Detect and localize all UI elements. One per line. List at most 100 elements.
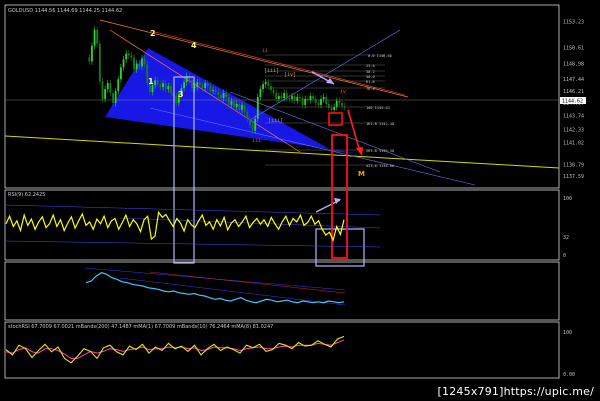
candle-body (222, 93, 225, 98)
stoch-tick-label: 0.00 (563, 372, 575, 378)
candle-body (106, 83, 109, 90)
candle-body (141, 58, 143, 67)
fib-label: 23.6 (366, 64, 375, 68)
candle-body (135, 63, 138, 70)
rsi-axis: 100 32 0 (563, 196, 572, 259)
chart-window: GOLDUSD 1144.56 1144.69 1144.25 1144.62 … (0, 0, 600, 401)
fib-label: 38.2 (366, 70, 375, 74)
candle-body (280, 96, 283, 98)
candle-body (312, 96, 315, 99)
candle-body (198, 82, 201, 86)
candle-body (267, 82, 270, 87)
candle-body (109, 83, 112, 94)
main-overlays: 0.0 1146.66 23.6 38.2 50.0 61.8 76.4 100… (4, 19, 560, 186)
rsi-tick-label: 100 (563, 196, 572, 202)
wave-label: [iii] (264, 68, 279, 74)
candle-body (275, 93, 278, 99)
candle-body (320, 98, 322, 105)
red-arrowhead-main (356, 147, 363, 156)
wave-label: iii (252, 138, 261, 144)
candle-body (314, 98, 317, 103)
rsi-tick-label: 0 (563, 253, 566, 259)
wave-label: [iv] (284, 72, 296, 78)
candle-body (104, 89, 107, 99)
candle-body (230, 100, 233, 105)
candle-body (304, 98, 307, 105)
fib-label: 423.6 1136.60 (366, 164, 394, 168)
candle-body (151, 85, 154, 93)
fib-label: 261.8 1139.30 (366, 149, 394, 153)
main-panel-header: GOLDUSD 1144.56 1144.69 1144.25 1144.62 (8, 8, 122, 14)
stoch-tick-label: 100 (563, 330, 572, 336)
candle-body (248, 118, 251, 125)
candle-body (164, 83, 167, 90)
candle-body (264, 82, 267, 85)
candle-body (204, 83, 207, 89)
candle-body (291, 96, 293, 99)
candle-body (272, 90, 275, 94)
candle-body (91, 45, 93, 62)
candle-body (330, 107, 333, 110)
candle-body (162, 83, 164, 88)
candle-body (196, 82, 199, 88)
candle-body (254, 118, 257, 131)
candle-body (241, 104, 243, 110)
wave-label: 2 (150, 29, 156, 38)
wave-label: ii (262, 48, 268, 54)
candle-body (299, 97, 301, 98)
candle-body (341, 102, 343, 106)
fib-label: 161.8 1142.48 (366, 122, 394, 126)
candle-body (220, 95, 222, 98)
candle-body (306, 98, 309, 100)
candle-body (122, 59, 125, 68)
watermark: [1245x791]https://upic.me/ (437, 385, 594, 398)
candle-body (175, 96, 178, 103)
candle-body (225, 93, 228, 98)
candle-body (127, 53, 130, 56)
candle-body (238, 103, 241, 110)
fib-label: 100 1144.63 (366, 106, 390, 110)
candle-body (293, 96, 296, 101)
wave-label: M (358, 170, 365, 178)
fib-label: 61.8 (366, 80, 375, 84)
candle-body (235, 103, 238, 107)
candle-body (256, 97, 259, 119)
stoch-axis: 100 0.00 (563, 330, 575, 378)
fib-label: 50.0 (366, 75, 375, 79)
candle-body (156, 80, 159, 85)
macd-guides-red (149, 271, 346, 294)
annotation-arrows (311, 71, 363, 213)
candle-body (283, 93, 286, 98)
candle-body (277, 96, 280, 99)
candle-body (170, 86, 172, 94)
price-tick-label: 1150.61 (563, 46, 584, 52)
candle-body (335, 100, 338, 107)
price-tick-label: 1148.98 (563, 62, 584, 68)
candle-body (285, 93, 288, 98)
rsi-panel-frame (4, 189, 560, 261)
candle-body (325, 97, 328, 104)
chart-canvas: GOLDUSD 1144.56 1144.69 1144.25 1144.62 … (4, 4, 586, 379)
fib-label: 0.0 1146.66 (368, 54, 392, 58)
rsi-tick-label: 32 (563, 235, 569, 241)
wave-label: 1 (148, 77, 154, 86)
candle-body (327, 103, 330, 108)
candle-body (125, 53, 128, 60)
rsi-line (5, 210, 345, 242)
price-tick-label: 1138.79 (563, 162, 584, 168)
candle-body (206, 83, 209, 87)
candle-body (117, 79, 120, 92)
price-tick-label: 1142.33 (563, 127, 584, 133)
wave-label: 3 (178, 90, 184, 99)
candle-body (301, 98, 304, 105)
candle-body (209, 86, 212, 92)
candle-body (112, 93, 114, 103)
candle-body (322, 97, 325, 99)
candle-body (138, 63, 141, 67)
candle-body (119, 67, 122, 80)
candle-body (227, 97, 230, 105)
wave-label: 4 (191, 41, 197, 50)
fib-label: 76.4 (366, 87, 375, 91)
blue-trendline-1 (149, 107, 476, 186)
candle-body (233, 100, 236, 107)
